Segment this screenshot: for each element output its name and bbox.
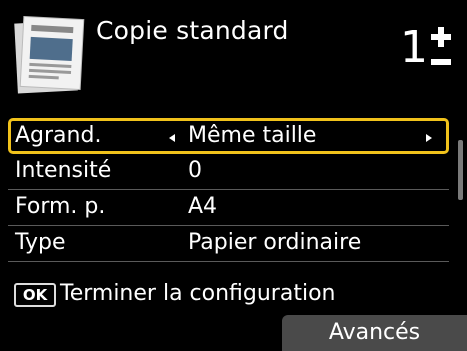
setting-row-paper-size[interactable]: Form. p. A4 [8, 190, 449, 226]
arrow-right-icon[interactable] [426, 134, 432, 142]
setting-label: Intensité [15, 158, 112, 183]
copy-settings-screen: Copie standard 1 Agrand. Même taille Int… [0, 0, 467, 351]
setting-label: Agrand. [15, 123, 102, 148]
setting-row-intensity[interactable]: Intensité 0 [8, 154, 449, 190]
settings-list: Agrand. Même taille Intensité 0 Form. p.… [8, 118, 449, 262]
setting-row-media-type[interactable]: Type Papier ordinaire [8, 226, 449, 262]
copy-count[interactable]: 1 [400, 26, 428, 70]
setting-label: Form. p. [15, 194, 106, 219]
copies-stepper-icon[interactable] [429, 24, 453, 74]
setting-value: Papier ordinaire [188, 230, 362, 255]
setting-value: Même taille [188, 123, 317, 148]
ok-hint-text: Terminer la configuration [60, 281, 336, 306]
setting-value: A4 [188, 194, 218, 219]
scrollbar[interactable] [458, 140, 463, 200]
minus-icon[interactable] [431, 59, 451, 65]
document-copy-icon [14, 16, 85, 94]
setting-label: Type [15, 230, 66, 255]
plus-icon[interactable] [431, 27, 451, 47]
page-title: Copie standard [96, 16, 289, 45]
advanced-button[interactable]: Avancés [282, 315, 467, 351]
ok-key-icon: OK [14, 283, 56, 307]
setting-row-zoom[interactable]: Agrand. Même taille [8, 118, 449, 154]
arrow-left-icon[interactable] [169, 134, 175, 142]
setting-value: 0 [188, 158, 202, 183]
